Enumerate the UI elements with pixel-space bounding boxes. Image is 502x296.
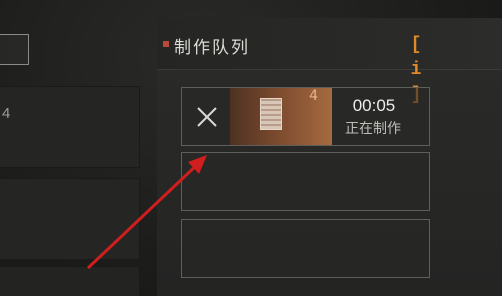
queue-header: 制作队列 [ i ] bbox=[157, 18, 502, 105]
cancel-craft-button[interactable] bbox=[188, 98, 226, 136]
queue-slot-empty bbox=[181, 152, 430, 211]
info-button[interactable]: [ i ] bbox=[400, 33, 432, 105]
item-quantity: 4 bbox=[309, 88, 318, 104]
header-marker-icon bbox=[163, 41, 169, 47]
craft-status: 正在制作 bbox=[345, 121, 401, 137]
queue-slot-active: 4 00:05 正在制作 bbox=[181, 87, 430, 146]
cloth-icon bbox=[260, 98, 282, 130]
crafting-item[interactable]: 4 bbox=[230, 88, 332, 145]
left-item-tile[interactable] bbox=[0, 266, 140, 296]
crafting-queue-panel: 制作队列 [ i ] 4 00:05 正在制作 bbox=[157, 18, 502, 296]
left-search-field[interactable] bbox=[0, 34, 29, 65]
game-screen: 4 制作队列 [ i ] 4 00:05 正在制作 bbox=[0, 0, 502, 296]
close-icon bbox=[197, 107, 217, 127]
left-panel: 4 bbox=[0, 0, 160, 296]
queue-title: 制作队列 bbox=[174, 38, 250, 58]
left-item-count: 4 bbox=[2, 105, 11, 122]
craft-timer: 00:05 bbox=[352, 96, 396, 115]
left-item-tile[interactable]: 4 bbox=[0, 86, 140, 168]
queue-slot-empty bbox=[181, 219, 430, 278]
left-item-tile[interactable] bbox=[0, 178, 140, 260]
